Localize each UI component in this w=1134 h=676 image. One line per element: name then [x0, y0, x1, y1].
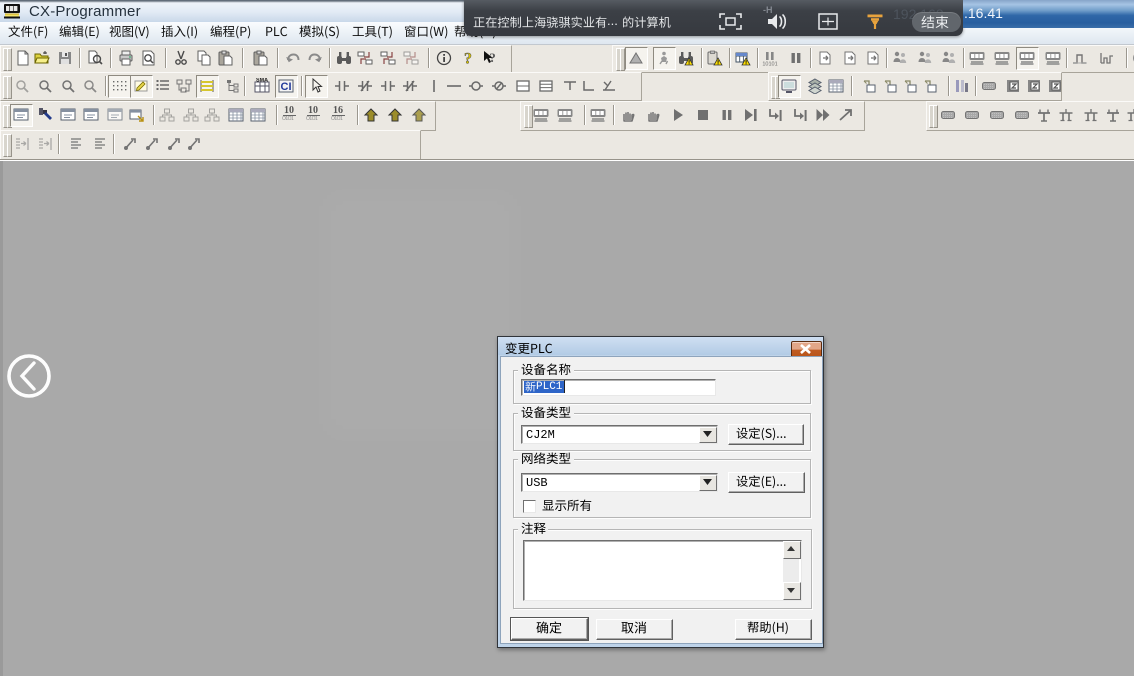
svg-text:SMA: SMA	[256, 78, 268, 84]
svg-text:CI: CI	[281, 81, 292, 93]
svg-text:10101: 10101	[762, 62, 777, 67]
svg-text:?: ?	[489, 50, 496, 65]
svg-text:?: ?	[464, 51, 472, 67]
